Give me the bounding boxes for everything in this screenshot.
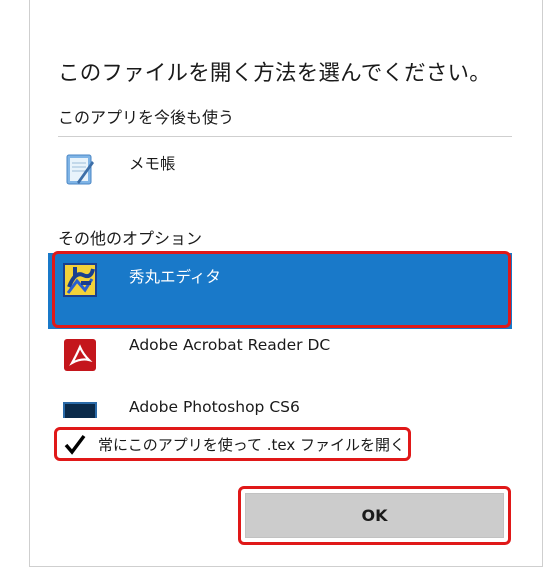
app-name: Adobe Acrobat Reader DC <box>129 336 331 354</box>
notepad-icon <box>63 152 97 186</box>
acrobat-icon <box>63 338 97 372</box>
app-item-notepad[interactable]: メモ帳 <box>48 140 512 216</box>
list-bottom-edge <box>48 418 518 426</box>
ok-button[interactable]: OK <box>245 493 504 538</box>
app-item-hidemaru[interactable]: 秀丸エディタ <box>48 253 512 329</box>
keep-using-label: このアプリを今後も使う <box>58 108 235 127</box>
dialog-title: このファイルを開く方法を選んでください。 <box>58 61 491 86</box>
divider <box>58 136 512 137</box>
hidemaru-icon <box>63 263 97 297</box>
always-use-label: 常にこのアプリを使って .tex ファイルを開く <box>98 436 405 454</box>
app-name: Adobe Photoshop CS6 <box>129 398 300 416</box>
app-item-photoshop[interactable]: Adobe Photoshop CS6 <box>48 388 512 418</box>
app-name: メモ帳 <box>129 155 176 173</box>
other-options-label: その他のオプション <box>58 229 203 248</box>
app-name: 秀丸エディタ <box>129 268 221 286</box>
photoshop-icon <box>63 402 97 418</box>
always-use-checkbox[interactable] <box>64 434 86 455</box>
